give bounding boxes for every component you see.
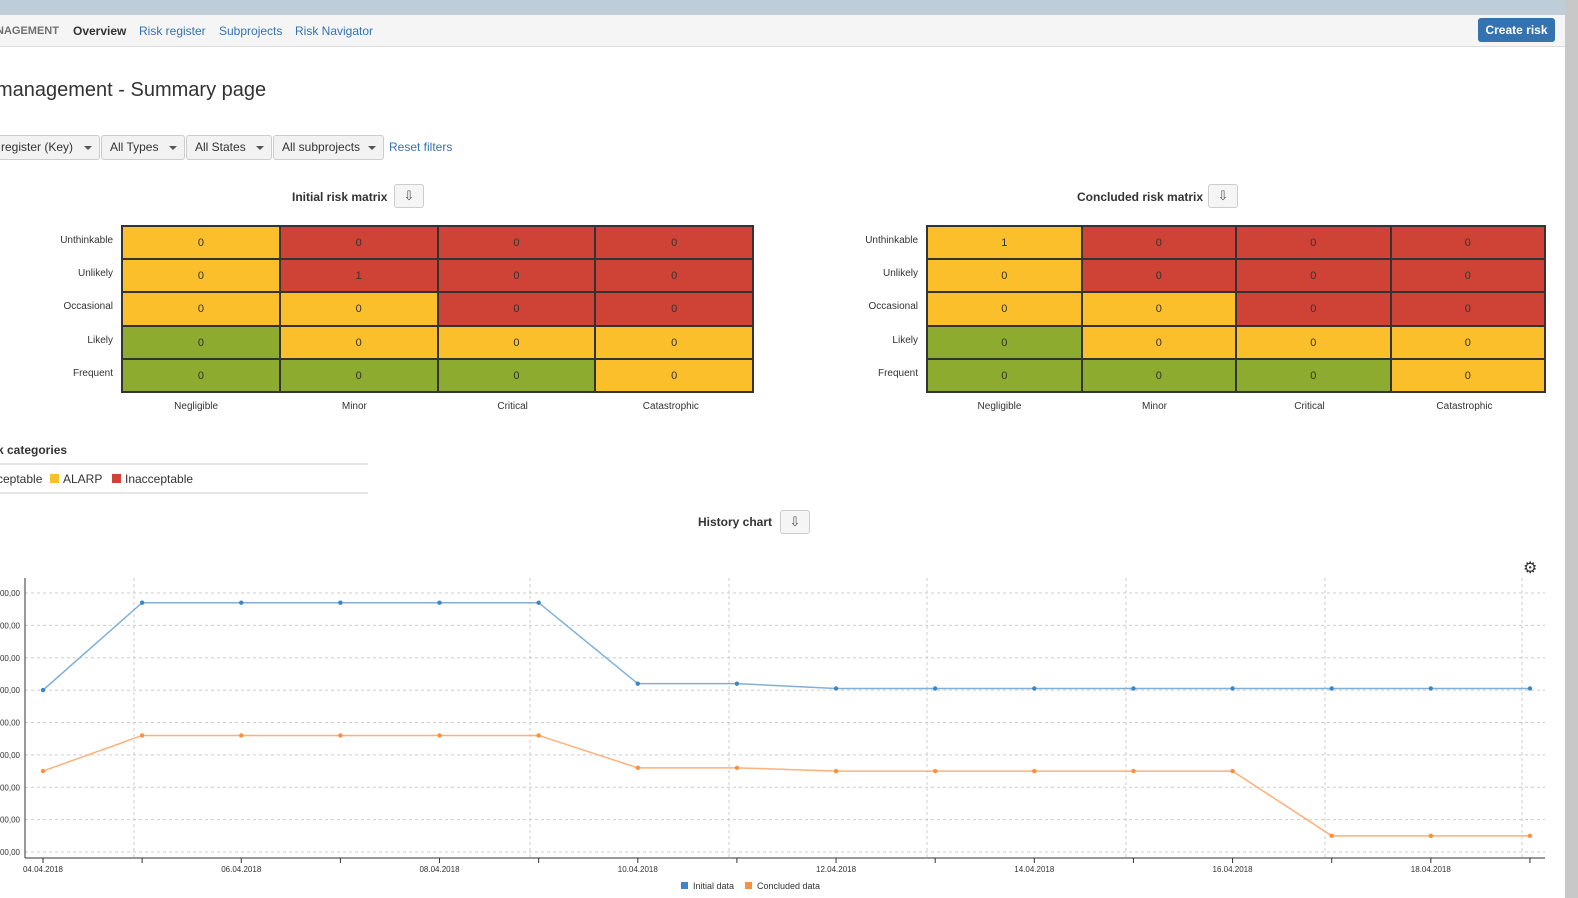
data-point: [437, 733, 442, 738]
data-point: [139, 600, 145, 605]
data-point: [139, 733, 145, 738]
data-point: [1230, 768, 1235, 774]
legend-swatch: [745, 882, 752, 889]
y-tick-label: 00,00: [0, 848, 21, 857]
history-chart: 00,00 00,00 00,00 00,00 00,00 00,00 00,00 00,00…: [0, 560, 1545, 891]
data-point: [239, 733, 244, 738]
y-tick-label: 00,00: [0, 589, 21, 598]
x-tick-label: 18.04.2018: [1411, 865, 1452, 874]
data-point: [932, 686, 938, 691]
data-point: [1131, 768, 1136, 774]
data-point: [1032, 686, 1037, 691]
y-tick-label: 00,00: [0, 816, 21, 825]
x-tick-label: 14.04.2018: [1014, 865, 1055, 874]
x-tick-label: 06.04.2018: [221, 865, 262, 874]
series-line-initial: [42, 601, 1530, 691]
x-tick-label: 08.04.2018: [419, 865, 460, 874]
y-tick-label: 00,00: [0, 719, 21, 728]
data-point: [536, 733, 541, 738]
y-tick-label: 00,00: [0, 654, 21, 663]
data-point: [338, 600, 343, 605]
gear-icon[interactable]: ⚙: [1523, 560, 1537, 577]
legend-label: Concluded data: [757, 881, 820, 891]
y-tick-label: 00,00: [0, 686, 21, 695]
data-point: [1527, 833, 1533, 839]
data-point: [1131, 686, 1136, 691]
x-tick-label: 04.04.2018: [23, 865, 64, 874]
data-point: [338, 733, 343, 738]
y-tick-label: 00,00: [0, 751, 21, 760]
data-point: [833, 686, 839, 691]
data-point: [734, 765, 740, 771]
y-tick-label: 00,00: [0, 783, 21, 792]
data-point: [40, 768, 46, 774]
data-point: [1032, 768, 1037, 774]
data-point: [734, 681, 740, 686]
data-point: [635, 681, 640, 686]
y-tick-label: 00,00: [0, 621, 21, 630]
data-point: [1527, 686, 1533, 691]
data-point: [635, 765, 640, 771]
data-point: [932, 768, 938, 774]
series-line-concluded: [42, 734, 1530, 837]
data-point: [40, 687, 46, 693]
data-point: [239, 600, 244, 605]
data-point: [833, 768, 839, 774]
data-point: [1329, 686, 1334, 691]
data-point: [536, 600, 541, 605]
x-tick-label: 16.04.2018: [1213, 865, 1254, 874]
legend-label: Initial data: [693, 881, 734, 891]
legend-swatch: [681, 882, 688, 889]
data-point: [437, 600, 442, 605]
x-tick-label: 10.04.2018: [618, 865, 659, 874]
data-point: [1329, 833, 1334, 839]
data-point: [1230, 686, 1235, 691]
x-tick-label: 12.04.2018: [816, 865, 857, 874]
scrollbar[interactable]: [1565, 0, 1578, 898]
data-point: [1428, 833, 1434, 839]
data-point: [1428, 686, 1434, 691]
